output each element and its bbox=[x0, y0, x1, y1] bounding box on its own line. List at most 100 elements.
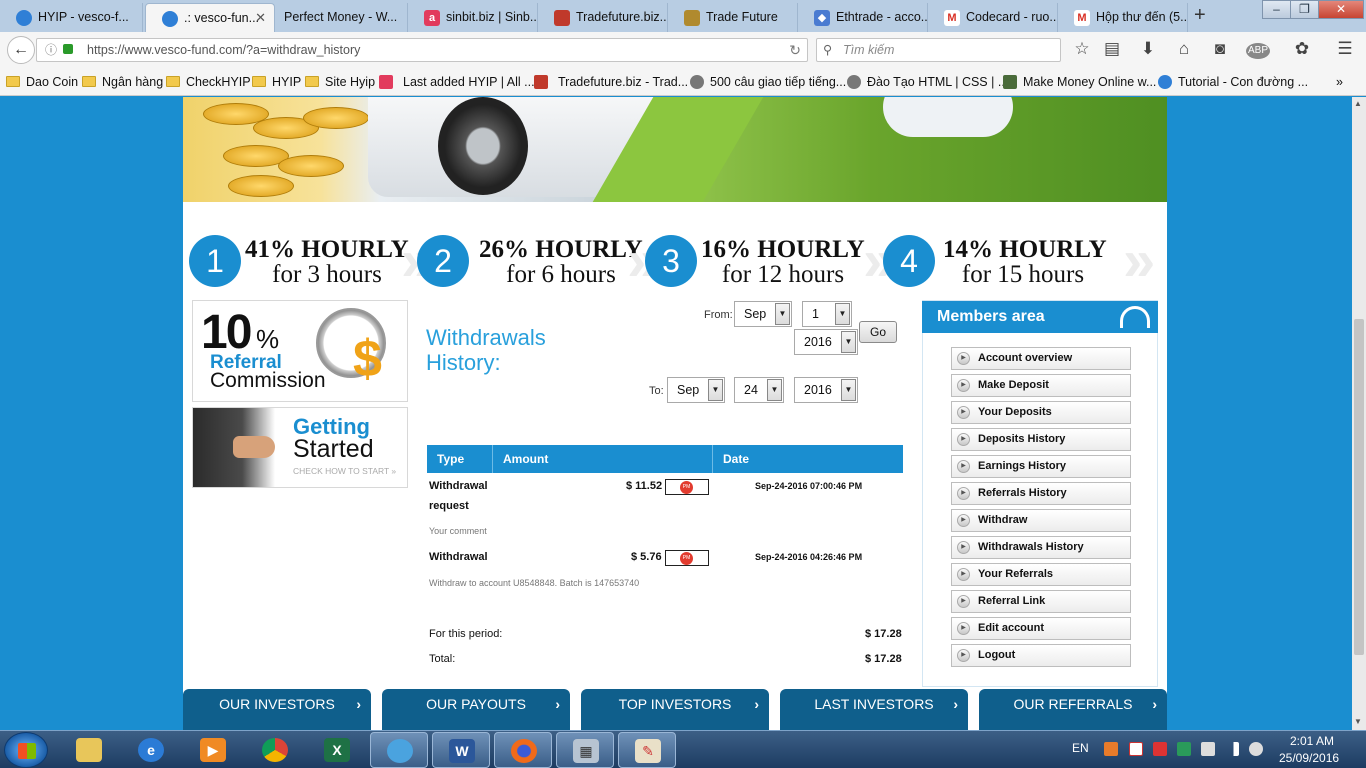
getting-started-banner[interactable]: Getting Started CHECK HOW TO START » bbox=[192, 407, 408, 488]
tab-last-investors[interactable]: LAST INVESTORS › bbox=[780, 689, 968, 730]
tab-our-referrals[interactable]: OUR REFERRALS › bbox=[979, 689, 1167, 730]
bookmark-label: HYIP bbox=[272, 75, 302, 89]
taskbar-firefox[interactable] bbox=[494, 732, 552, 768]
go-button[interactable]: Go bbox=[859, 321, 897, 343]
to-year-select[interactable]: 2016 ▼ bbox=[794, 377, 858, 403]
windows-taskbar: e ▶ X W ▦ ✎ EN 2:01 AM 25/09/2016 bbox=[0, 730, 1366, 768]
minimize-button[interactable]: – bbox=[1262, 0, 1291, 19]
menu-deposits-history[interactable]: ▶ Deposits History bbox=[951, 428, 1131, 451]
window-close-button[interactable]: ✕ bbox=[1318, 0, 1364, 19]
reading-list-icon[interactable]: ▤ bbox=[1100, 39, 1124, 59]
clock-date[interactable]: 25/09/2016 bbox=[1279, 751, 1339, 765]
taskbar-app-blue[interactable] bbox=[370, 732, 428, 768]
period-label: For this period: bbox=[429, 628, 503, 640]
tray-flag-icon[interactable] bbox=[1201, 742, 1215, 756]
tab-our-payouts[interactable]: OUR PAYOUTS › bbox=[382, 689, 570, 730]
tab-vesco-fund[interactable]: .: vesco-fun... ✕ bbox=[145, 3, 275, 32]
to-day-select[interactable]: 24 ▼ bbox=[734, 377, 784, 403]
bookmark-tutorial[interactable]: Tutorial - Con đường ... bbox=[1158, 75, 1308, 89]
bookmarks-overflow-icon[interactable]: » bbox=[1336, 75, 1343, 89]
tray-shield-icon[interactable] bbox=[1153, 742, 1167, 756]
maximize-button[interactable]: ❐ bbox=[1290, 0, 1319, 19]
taskbar-word[interactable]: W bbox=[432, 732, 490, 768]
info-icon[interactable]: ⓘ bbox=[45, 39, 57, 61]
tab-ethtrade[interactable]: ◆ Ethtrade - acco... bbox=[798, 3, 928, 32]
menu-icon[interactable]: ☰ bbox=[1333, 39, 1357, 59]
menu-label: Deposits History bbox=[978, 433, 1066, 445]
bookmark-dao-coin[interactable]: Dao Coin bbox=[6, 75, 78, 89]
menu-earnings-history[interactable]: ▶ Earnings History bbox=[951, 455, 1131, 478]
menu-withdraw[interactable]: ▶ Withdraw bbox=[951, 509, 1131, 532]
tab-inbox[interactable]: M Hộp thư đến (5... bbox=[1058, 3, 1188, 32]
bookmark-tradefuture[interactable]: Tradefuture.biz - Trad... bbox=[534, 75, 688, 89]
tray-app-icon[interactable] bbox=[1104, 742, 1118, 756]
taskbar-explorer[interactable] bbox=[60, 732, 118, 768]
menu-edit-account[interactable]: ▶ Edit account bbox=[951, 617, 1131, 640]
arrow-right-icon: ▶ bbox=[957, 352, 970, 365]
tab-tradefuture-biz[interactable]: Tradefuture.biz... bbox=[538, 3, 668, 32]
menu-referrals-history[interactable]: ▶ Referrals History bbox=[951, 482, 1131, 505]
from-year-select[interactable]: 2016 ▼ bbox=[794, 329, 858, 355]
row-type: Withdrawal bbox=[429, 480, 488, 492]
url-bar[interactable]: ⓘ https://www.vesco-fund.com/?a=withdraw… bbox=[36, 38, 808, 62]
back-button[interactable]: ← bbox=[7, 36, 35, 64]
scroll-up-icon[interactable]: ▲ bbox=[1354, 99, 1362, 108]
referral-commission-banner[interactable]: 10 % Referral Commission $ bbox=[192, 300, 408, 402]
start-button[interactable] bbox=[4, 732, 48, 768]
tab-perfect-money[interactable]: Perfect Money - W... bbox=[276, 3, 408, 32]
bookmark-500-cau[interactable]: 500 câu giao tiếp tiếng... bbox=[690, 75, 846, 89]
taskbar-chrome[interactable] bbox=[246, 732, 304, 768]
menu-withdrawals-history[interactable]: ▶ Withdrawals History bbox=[951, 536, 1131, 559]
bookmark-last-added-hyip[interactable]: Last added HYIP | All ... bbox=[379, 75, 535, 89]
taskbar-calculator[interactable]: ▦ bbox=[556, 732, 614, 768]
from-day-select[interactable]: 1 ▼ bbox=[802, 301, 852, 327]
menu-referral-link[interactable]: ▶ Referral Link bbox=[951, 590, 1131, 613]
arrow-right-icon: ▶ bbox=[957, 595, 970, 608]
bookmark-checkhyip[interactable]: CheckHYIP bbox=[166, 75, 251, 89]
tab-our-investors[interactable]: OUR INVESTORS › bbox=[183, 689, 371, 730]
tray-v-icon[interactable] bbox=[1129, 742, 1143, 756]
search-input[interactable]: ⚲ Tìm kiếm bbox=[816, 38, 1061, 62]
tab-trade-future[interactable]: Trade Future bbox=[668, 3, 798, 32]
taskbar-paint[interactable]: ✎ bbox=[618, 732, 676, 768]
reload-icon[interactable]: ↻ bbox=[789, 39, 801, 61]
bookmark-ngan-hang[interactable]: Ngân hàng bbox=[82, 75, 163, 89]
plan-2: 2 26% HOURLY for 6 hours » bbox=[417, 232, 659, 290]
volume-icon[interactable] bbox=[1249, 742, 1263, 756]
taskbar-excel[interactable]: X bbox=[308, 732, 366, 768]
language-indicator[interactable]: EN bbox=[1072, 741, 1089, 755]
clock-time[interactable]: 2:01 AM bbox=[1290, 734, 1334, 748]
menu-make-deposit[interactable]: ▶ Make Deposit bbox=[951, 374, 1131, 397]
check-how-to-start-link[interactable]: CHECK HOW TO START » bbox=[293, 466, 396, 476]
tab-hyip-vesco[interactable]: HYIP - vesco-f... bbox=[0, 3, 143, 32]
page-scrollbar[interactable]: ▲ ▼ bbox=[1352, 97, 1366, 730]
scrollbar-thumb[interactable] bbox=[1354, 319, 1364, 655]
download-icon[interactable]: ⬇ bbox=[1136, 39, 1160, 59]
from-month-select[interactable]: Sep ▼ bbox=[734, 301, 792, 327]
bookmark-site-hyip[interactable]: Site Hyip bbox=[305, 75, 375, 89]
tab-top-investors[interactable]: TOP INVESTORS › bbox=[581, 689, 769, 730]
home-icon[interactable]: ⌂ bbox=[1172, 39, 1196, 59]
tab-codecard[interactable]: M Codecard - ruo... bbox=[928, 3, 1058, 32]
menu-logout[interactable]: ▶ Logout bbox=[951, 644, 1131, 667]
extension-icon[interactable]: ✿ bbox=[1290, 39, 1314, 59]
row-date: Sep-24-2016 04:26:46 PM bbox=[755, 552, 863, 562]
scroll-down-icon[interactable]: ▼ bbox=[1354, 717, 1362, 726]
bookmark-star-icon[interactable]: ☆ bbox=[1070, 39, 1094, 59]
bookmark-make-money[interactable]: Make Money Online w... bbox=[1003, 75, 1156, 89]
taskbar-media-player[interactable]: ▶ bbox=[184, 732, 242, 768]
adblock-icon[interactable]: ABP bbox=[1246, 43, 1270, 59]
bookmark-hyip[interactable]: HYIP bbox=[252, 75, 301, 89]
to-month-select[interactable]: Sep ▼ bbox=[667, 377, 725, 403]
tray-network-app-icon[interactable] bbox=[1177, 742, 1191, 756]
taskbar-ie[interactable]: e bbox=[122, 732, 180, 768]
pocket-icon[interactable]: ◙ bbox=[1208, 39, 1232, 59]
bookmark-dao-tao-html[interactable]: Đào Tạo HTML | CSS | ... bbox=[847, 75, 1008, 89]
menu-your-deposits[interactable]: ▶ Your Deposits bbox=[951, 401, 1131, 424]
new-tab-button[interactable]: + bbox=[1194, 4, 1206, 27]
menu-account-overview[interactable]: ▶ Account overview bbox=[951, 347, 1131, 370]
close-icon[interactable]: ✕ bbox=[255, 10, 266, 26]
menu-your-referrals[interactable]: ▶ Your Referrals bbox=[951, 563, 1131, 586]
signal-icon[interactable] bbox=[1225, 742, 1239, 756]
tab-sinbit[interactable]: a sinbit.biz | Sinb... bbox=[408, 3, 538, 32]
